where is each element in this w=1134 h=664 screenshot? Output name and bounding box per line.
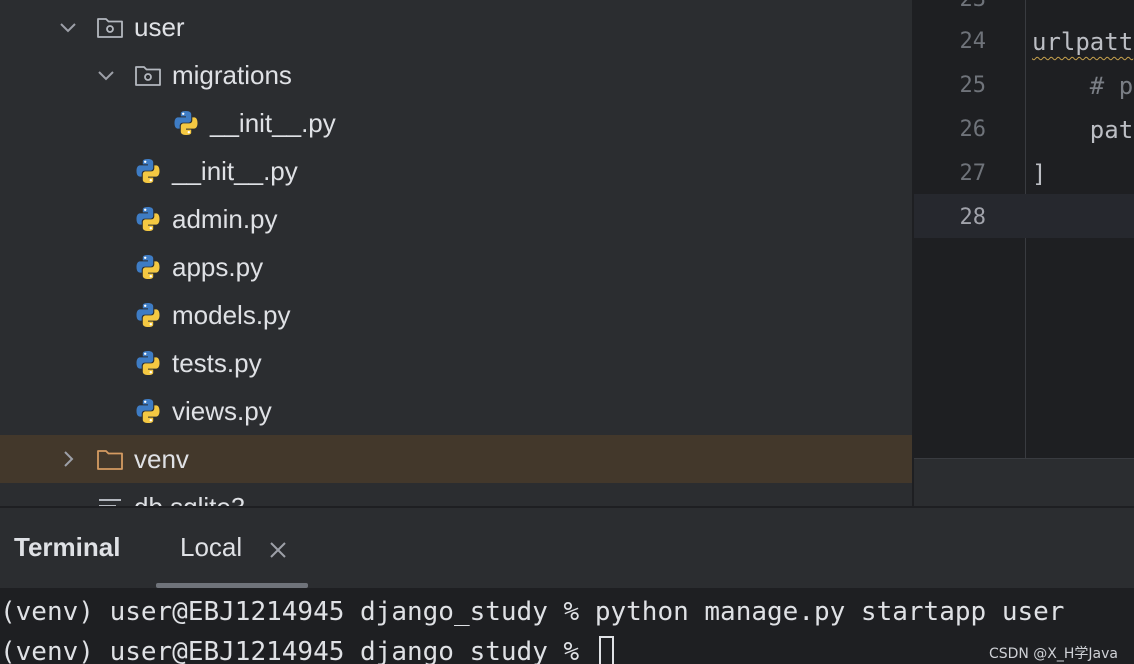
line-number: 26 bbox=[959, 117, 987, 142]
chevron-right-icon[interactable] bbox=[58, 449, 78, 469]
tree-item-migrations[interactable]: migrations bbox=[0, 51, 912, 99]
tree-item-db-sqlite[interactable]: db.sqlite3 bbox=[0, 483, 912, 507]
close-icon[interactable] bbox=[266, 538, 290, 562]
line-number: 27 bbox=[959, 161, 987, 186]
tree-item-label: views.py bbox=[172, 395, 272, 426]
tree-item-user[interactable]: user bbox=[0, 3, 912, 51]
ide-window: user migrations __init__.py __init__.py bbox=[0, 0, 1134, 664]
code-line[interactable]: # p bbox=[1032, 64, 1133, 108]
tree-item-label: tests.py bbox=[172, 347, 262, 378]
python-file-icon bbox=[134, 397, 162, 425]
terminal-tab-label: Local bbox=[180, 532, 243, 562]
code-line[interactable]: pat bbox=[1032, 108, 1133, 152]
terminal-prompt-line[interactable]: (venv) user@EBJ1214945 django_study % bbox=[0, 632, 614, 664]
chevron-down-icon[interactable] bbox=[58, 17, 78, 37]
code-line[interactable]: urlpatt bbox=[1032, 20, 1133, 64]
python-file-icon bbox=[134, 253, 162, 281]
python-file-icon bbox=[134, 157, 162, 185]
tree-item-label: __init__.py bbox=[210, 107, 336, 138]
python-file-icon bbox=[134, 349, 162, 377]
code-editor[interactable]: 23 24 25 26 27 28 urlpatt # p pat ] bbox=[912, 0, 1134, 507]
project-tree: user migrations __init__.py __init__.py bbox=[0, 0, 912, 507]
tree-item-tests[interactable]: tests.py bbox=[0, 339, 912, 387]
terminal-output[interactable]: (venv) user@EBJ1214945 django_study % py… bbox=[0, 588, 1134, 664]
code-text: urlpatt bbox=[1032, 28, 1134, 56]
tree-item-views[interactable]: views.py bbox=[0, 387, 912, 435]
python-file-icon bbox=[134, 205, 162, 233]
tree-item-venv[interactable]: venv bbox=[0, 435, 912, 483]
code-line[interactable]: ] bbox=[1032, 152, 1046, 196]
terminal-prompt: (venv) user@EBJ1214945 django_study % bbox=[0, 637, 595, 664]
tree-item-apps[interactable]: apps.py bbox=[0, 243, 912, 291]
tree-item-init[interactable]: __init__.py bbox=[0, 147, 912, 195]
terminal-cursor bbox=[598, 635, 614, 664]
tree-item-models[interactable]: models.py bbox=[0, 291, 912, 339]
tree-item-label: admin.py bbox=[172, 203, 278, 234]
chevron-down-icon[interactable] bbox=[96, 65, 116, 85]
terminal-line: (venv) user@EBJ1214945 django_study % py… bbox=[0, 597, 1065, 627]
tree-item-label: venv bbox=[134, 443, 189, 474]
tree-item-migrations-init[interactable]: __init__.py bbox=[0, 99, 912, 147]
tree-item-label: models.py bbox=[172, 299, 291, 330]
tree-item-label: db.sqlite3 bbox=[134, 491, 246, 508]
python-file-icon bbox=[134, 301, 162, 329]
line-number: 23 bbox=[914, 0, 987, 22]
python-file-icon bbox=[172, 109, 200, 137]
package-icon bbox=[96, 13, 124, 41]
line-number: 28 bbox=[959, 205, 987, 230]
tree-item-label: __init__.py bbox=[172, 155, 298, 186]
folder-icon bbox=[96, 445, 124, 473]
package-icon bbox=[134, 61, 162, 89]
terminal-tab-local[interactable]: Local bbox=[156, 508, 308, 588]
tree-item-admin[interactable]: admin.py bbox=[0, 195, 912, 243]
text-file-icon bbox=[96, 493, 124, 507]
watermark: CSDN @X_H学Java bbox=[988, 646, 1118, 662]
tree-item-label: user bbox=[134, 11, 185, 42]
line-number: 25 bbox=[959, 73, 987, 98]
terminal-title: Terminal bbox=[14, 532, 121, 562]
line-number: 24 bbox=[959, 29, 987, 54]
terminal-header: Terminal Local bbox=[0, 508, 1134, 588]
tree-item-label: migrations bbox=[172, 59, 292, 90]
editor-bottom-area bbox=[914, 458, 1134, 507]
tree-item-label: apps.py bbox=[172, 251, 264, 282]
